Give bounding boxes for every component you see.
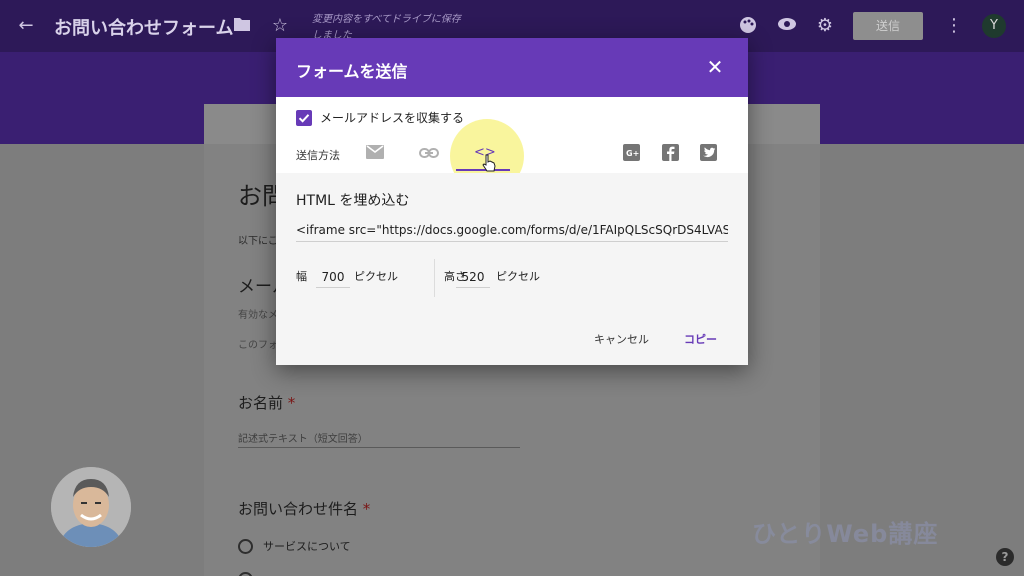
send-via-label: 送信方法 xyxy=(296,149,340,162)
short-answer-placeholder: 記述式テキスト（短文回答） xyxy=(238,430,520,448)
google-plus-icon[interactable]: G+ xyxy=(623,144,643,162)
embed-heading: HTML を埋め込む xyxy=(296,193,410,209)
twitter-icon[interactable] xyxy=(700,144,720,162)
height-input[interactable]: 520 xyxy=(456,267,490,288)
required-mark: * xyxy=(287,394,296,412)
facebook-icon[interactable] xyxy=(662,144,682,162)
presenter-avatar xyxy=(51,467,131,547)
channel-watermark: ひとりWeb講座 xyxy=(752,520,939,548)
cancel-button[interactable]: キャンセル xyxy=(594,331,649,347)
more-vert-icon[interactable]: ⋮ xyxy=(944,16,964,36)
link-icon[interactable] xyxy=(419,144,439,162)
hand-cursor-icon xyxy=(482,154,496,172)
form-description: 以下にこ xyxy=(238,236,278,247)
back-arrow-icon[interactable]: ← xyxy=(16,16,36,36)
help-icon[interactable]: ? xyxy=(996,548,1014,566)
dialog-title: フォームを送信 xyxy=(296,62,408,81)
question-name: お名前 * xyxy=(238,394,296,412)
required-mark: * xyxy=(362,500,371,518)
close-icon[interactable]: ✕ xyxy=(704,56,726,78)
width-input[interactable]: 700 xyxy=(316,267,350,288)
radio-option: サービスについて xyxy=(238,538,351,554)
account-avatar[interactable]: Y xyxy=(982,14,1006,38)
collect-email-checkbox[interactable] xyxy=(296,109,312,126)
question-subject: お問い合わせ件名 * xyxy=(238,500,371,518)
form-title[interactable]: お問い合わせフォーム xyxy=(54,14,233,40)
width-unit: ピクセル xyxy=(354,270,398,283)
send-button[interactable]: 送信 xyxy=(853,12,923,40)
divider xyxy=(434,259,435,297)
folder-icon[interactable] xyxy=(232,16,252,36)
email-icon[interactable] xyxy=(366,144,386,162)
gear-icon[interactable]: ⚙ xyxy=(815,16,835,36)
copy-button[interactable]: コピー xyxy=(684,331,717,347)
collect-email-option[interactable]: メールアドレスを収集する xyxy=(296,109,464,126)
width-label: 幅 xyxy=(296,270,307,283)
send-form-dialog: フォームを送信 ✕ メールアドレスを収集する 送信方法 <> G+ HTML を… xyxy=(276,38,748,365)
iframe-code-field[interactable]: <iframe src="https://docs.google.com/for… xyxy=(296,223,728,242)
radio-circle-icon xyxy=(238,572,253,576)
star-icon[interactable]: ☆ xyxy=(270,16,290,36)
palette-icon[interactable] xyxy=(738,16,758,36)
email-note: このフォ xyxy=(238,340,278,351)
svg-text:G+: G+ xyxy=(626,149,639,158)
radio-circle-icon xyxy=(238,538,253,554)
dialog-header: フォームを送信 ✕ xyxy=(276,38,748,97)
email-hint: 有効なメ xyxy=(238,310,278,321)
collect-email-label: メールアドレスを収集する xyxy=(320,111,465,125)
embed-panel: HTML を埋め込む <iframe src="https://docs.goo… xyxy=(276,173,748,365)
height-unit: ピクセル xyxy=(496,270,540,283)
preview-eye-icon[interactable] xyxy=(777,16,797,36)
